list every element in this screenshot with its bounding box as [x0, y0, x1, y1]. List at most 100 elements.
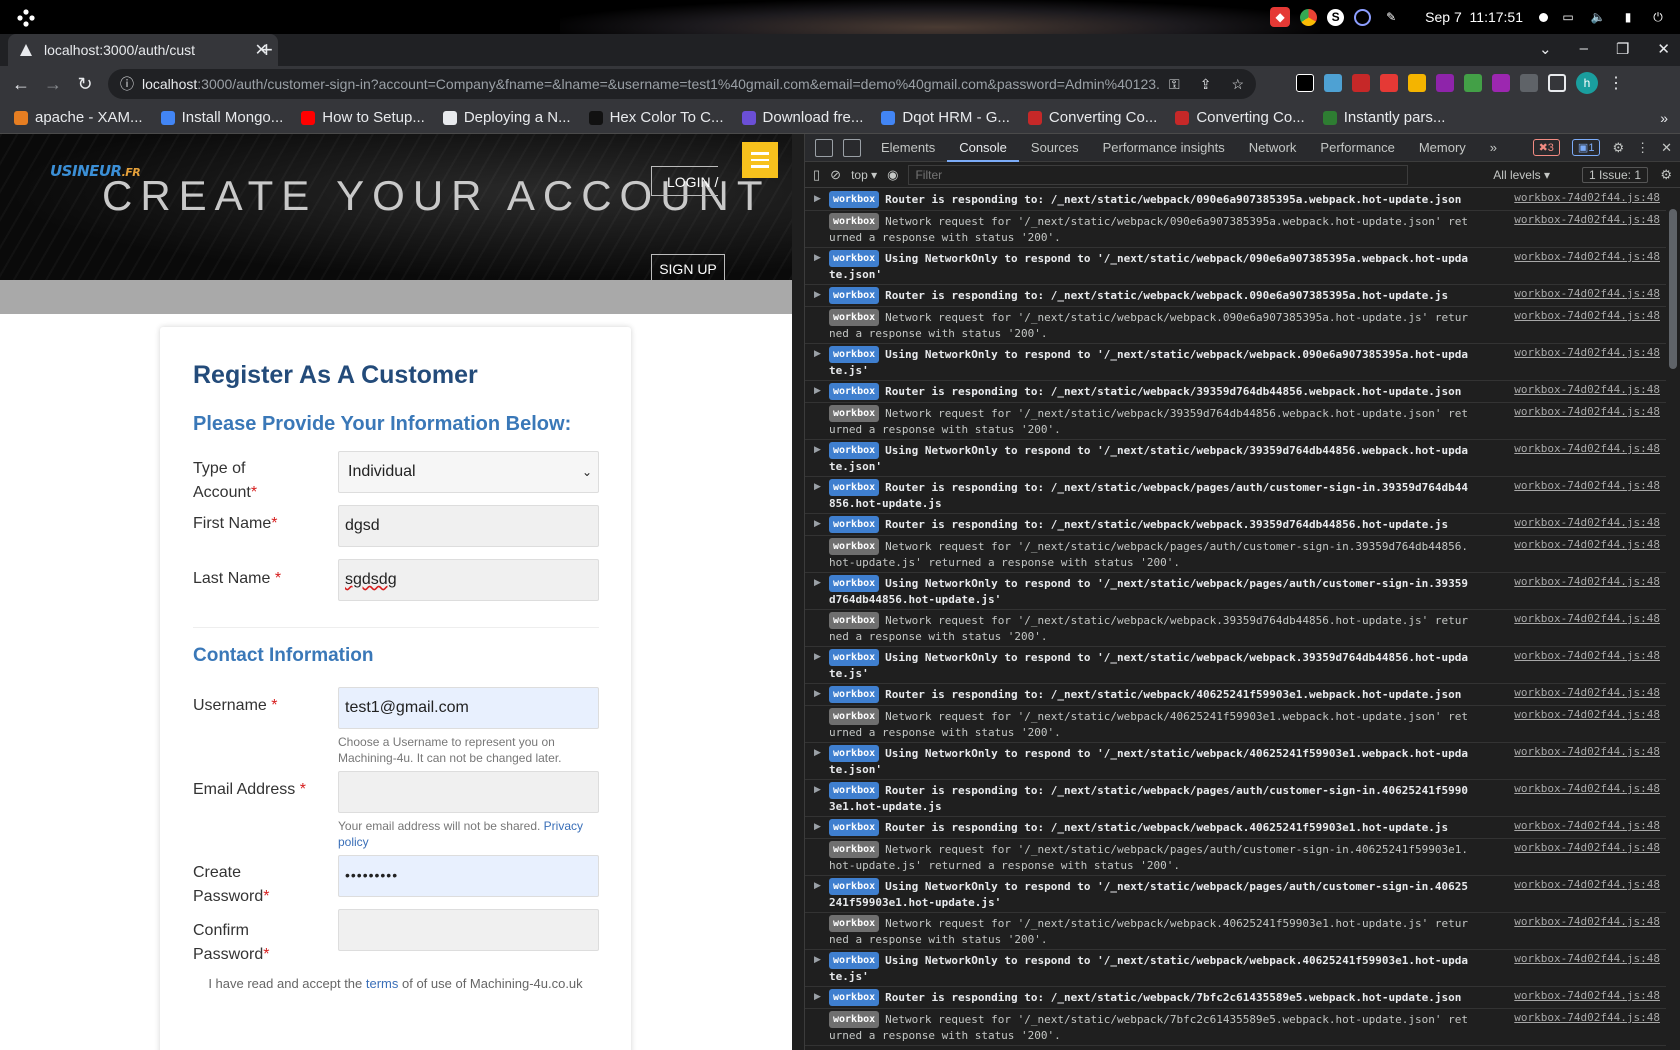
console-message[interactable]: ▶ workbox Router is responding to: /_next/…: [805, 381, 1666, 403]
sidebar-toggle-icon[interactable]: ▯: [813, 167, 820, 183]
minimize-icon[interactable]: –: [1580, 40, 1588, 58]
hamburger-menu-icon[interactable]: [742, 142, 778, 178]
inspect-element-icon[interactable]: [815, 138, 833, 157]
source-link[interactable]: workbox-74d02f44.js:48: [1514, 952, 1660, 965]
console-message[interactable]: ▶ workbox Using NetworkOnly to respond to …: [805, 950, 1666, 987]
ext-h-icon[interactable]: [1492, 74, 1510, 92]
console-message[interactable]: workbox Network request for '/_next/stati…: [805, 536, 1666, 573]
console-message[interactable]: workbox Network request for '/_next/stati…: [805, 1009, 1666, 1046]
devtools-tab-memory[interactable]: Memory: [1407, 134, 1478, 162]
ext-f-icon[interactable]: [1436, 74, 1454, 92]
source-link[interactable]: workbox-74d02f44.js:48: [1514, 649, 1660, 662]
console-message[interactable]: ▶ workbox Router is responding to: /_next/…: [805, 987, 1666, 1009]
account-type-select[interactable]: Individual ⌄: [338, 451, 599, 493]
bookmark-item[interactable]: Dqot HRM - G...: [881, 109, 1010, 126]
source-link[interactable]: workbox-74d02f44.js:48: [1514, 479, 1660, 492]
console-message[interactable]: workbox Network request for '/_next/stati…: [805, 307, 1666, 344]
bookmarks-overflow-icon[interactable]: »: [1660, 110, 1668, 126]
console-settings-icon[interactable]: ⚙: [1660, 167, 1672, 183]
devtools-tab-sources[interactable]: Sources: [1019, 134, 1091, 162]
console-message[interactable]: ▶ workbox Router is responding to: /_next/…: [805, 189, 1666, 211]
bookmark-item[interactable]: Deploying a N...: [442, 109, 571, 126]
site-info-icon[interactable]: ⓘ: [120, 74, 134, 94]
expand-triangle-icon[interactable]: ▶: [814, 688, 821, 699]
terms-link[interactable]: terms: [366, 976, 399, 991]
source-link[interactable]: workbox-74d02f44.js:48: [1514, 612, 1660, 625]
expand-triangle-icon[interactable]: ▶: [814, 481, 821, 492]
source-link[interactable]: workbox-74d02f44.js:48: [1514, 213, 1660, 226]
expand-triangle-icon[interactable]: ▶: [814, 348, 821, 359]
live-expression-icon[interactable]: ◉: [887, 167, 898, 183]
volume-icon[interactable]: 🔈: [1588, 7, 1608, 27]
expand-triangle-icon[interactable]: ▶: [814, 518, 821, 529]
devtools-tab-console[interactable]: Console: [947, 134, 1019, 162]
devtools-more-tabs[interactable]: »: [1478, 134, 1509, 162]
console-message[interactable]: workbox Network request for '/_next/stati…: [805, 913, 1666, 950]
message-count-badge[interactable]: ▣1: [1571, 139, 1601, 156]
expand-triangle-icon[interactable]: ▶: [814, 252, 821, 263]
devtools-close-icon[interactable]: ✕: [1661, 140, 1672, 156]
console-message[interactable]: ▶ workbox Using NetworkOnly to respond to …: [805, 876, 1666, 913]
console-message[interactable]: ▶ workbox Using NetworkOnly to respond to …: [805, 647, 1666, 684]
devtools-tab-network[interactable]: Network: [1237, 134, 1309, 162]
forward-icon[interactable]: →: [42, 74, 64, 95]
source-link[interactable]: workbox-74d02f44.js:48: [1514, 841, 1660, 854]
close-window-icon[interactable]: ✕: [1657, 40, 1670, 58]
console-message[interactable]: ▶ workbox Router is responding to: /_next/…: [805, 285, 1666, 307]
bookmark-item[interactable]: Hex Color To C...: [588, 109, 724, 126]
share-icon[interactable]: ⇪: [1200, 76, 1212, 93]
expand-triangle-icon[interactable]: ▶: [814, 651, 821, 662]
bookmark-item[interactable]: Install Mongo...: [160, 109, 283, 126]
issues-button[interactable]: 1 Issue: 1: [1581, 166, 1648, 183]
source-link[interactable]: workbox-74d02f44.js:48: [1514, 191, 1660, 204]
source-link[interactable]: workbox-74d02f44.js:48: [1514, 516, 1660, 529]
power-icon[interactable]: ⏻: [1648, 7, 1668, 27]
log-levels-dropdown[interactable]: All levels ▾: [1493, 168, 1550, 182]
console-message[interactable]: ▶ workbox Router is responding to: /_next/…: [805, 514, 1666, 536]
new-tab-icon[interactable]: +: [260, 38, 273, 62]
login-button[interactable]: LOGIN /: [651, 166, 718, 196]
expand-triangle-icon[interactable]: ▶: [814, 385, 821, 396]
expand-triangle-icon[interactable]: ▶: [814, 880, 821, 891]
side-panel-icon[interactable]: [1548, 74, 1566, 92]
devtools-tab-performance-insights[interactable]: Performance insights: [1091, 134, 1237, 162]
console-message[interactable]: ▶ workbox Router is responding to: /_next/…: [805, 477, 1666, 514]
timer-icon[interactable]: [1354, 8, 1372, 26]
expand-triangle-icon[interactable]: ▶: [814, 784, 821, 795]
devtools-settings-icon[interactable]: ⚙: [1612, 140, 1624, 156]
expand-triangle-icon[interactable]: ▶: [814, 954, 821, 965]
ext-c-icon[interactable]: [1352, 74, 1370, 92]
email-input[interactable]: [338, 771, 599, 813]
chrome-icon[interactable]: [1300, 8, 1318, 26]
ext-d-icon[interactable]: [1380, 74, 1398, 92]
bookmark-item[interactable]: Download fre...: [741, 109, 863, 126]
source-link[interactable]: workbox-74d02f44.js:48: [1514, 782, 1660, 795]
battery-icon[interactable]: ▮: [1618, 7, 1638, 27]
source-link[interactable]: workbox-74d02f44.js:48: [1514, 1011, 1660, 1024]
devtools-tab-performance[interactable]: Performance: [1308, 134, 1406, 162]
console-message[interactable]: ▶ workbox Router is responding to: /_next/…: [805, 684, 1666, 706]
expand-triangle-icon[interactable]: ▶: [814, 747, 821, 758]
profile-avatar[interactable]: h: [1576, 72, 1598, 94]
source-link[interactable]: workbox-74d02f44.js:48: [1514, 250, 1660, 263]
source-link[interactable]: workbox-74d02f44.js:48: [1514, 575, 1660, 588]
console-message[interactable]: ▶ workbox Using NetworkOnly to respond to …: [805, 248, 1666, 285]
console-message[interactable]: workbox Network request for '/_next/stati…: [805, 610, 1666, 647]
source-link[interactable]: workbox-74d02f44.js:48: [1514, 745, 1660, 758]
error-count-badge[interactable]: ✖3: [1532, 139, 1560, 156]
source-link[interactable]: workbox-74d02f44.js:48: [1514, 383, 1660, 396]
reload-icon[interactable]: ↻: [74, 74, 96, 95]
ext-e-icon[interactable]: [1408, 74, 1426, 92]
source-link[interactable]: workbox-74d02f44.js:48: [1514, 405, 1660, 418]
ext-g-icon[interactable]: [1464, 74, 1482, 92]
username-input[interactable]: test1@gmail.com: [338, 687, 599, 729]
bookmark-item[interactable]: Converting Co...: [1175, 109, 1305, 126]
back-icon[interactable]: ←: [10, 74, 32, 95]
devtools-tab-elements[interactable]: Elements: [869, 134, 947, 162]
url-text[interactable]: localhost:3000/auth/customer-sign-in?acc…: [142, 76, 1161, 92]
expand-triangle-icon[interactable]: ▶: [814, 821, 821, 832]
console-scrollbar-thumb[interactable]: [1669, 209, 1677, 369]
console-message[interactable]: ▶ workbox Using NetworkOnly to respond to …: [805, 573, 1666, 610]
expand-triangle-icon[interactable]: ▶: [814, 289, 821, 300]
console-filter-input[interactable]: [908, 164, 1409, 185]
